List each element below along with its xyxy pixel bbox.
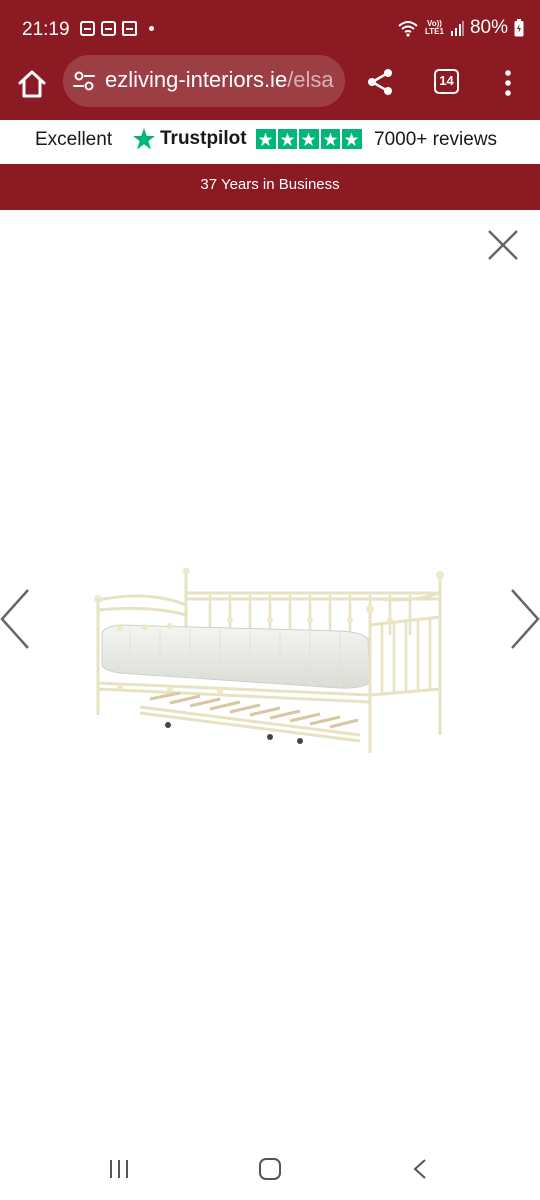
battery-icon (514, 19, 524, 37)
product-image (94, 567, 444, 753)
notification-icons (80, 21, 154, 36)
close-icon[interactable] (486, 228, 520, 262)
chevron-left-icon[interactable] (0, 588, 30, 650)
wifi-icon (398, 21, 418, 37)
signal-icon (450, 21, 464, 36)
site-settings-icon[interactable] (73, 70, 95, 92)
url-domain: ezliving-interiors.ie (105, 67, 288, 92)
notification-icon (101, 21, 116, 36)
more-notifications-dot (149, 26, 154, 31)
star-icon (342, 129, 362, 149)
recents-icon[interactable] (108, 1159, 130, 1179)
lte-label: LTE1 (425, 27, 444, 36)
star-icon (277, 129, 297, 149)
home-button[interactable] (14, 66, 50, 102)
trustpilot-stars (256, 129, 362, 149)
battery-percent: 80% (469, 17, 508, 38)
network-type: Vo)) LTE1 (425, 20, 444, 36)
status-time: 21:19 (22, 19, 70, 40)
more-options-icon[interactable] (498, 68, 518, 98)
back-icon[interactable] (412, 1158, 428, 1180)
url-text[interactable]: ezliving-interiors.ie/elsa (105, 67, 334, 93)
trustpilot-brand: Trustpilot (160, 128, 247, 149)
trustpilot-review-count: 7000+ reviews (374, 129, 498, 150)
star-icon (256, 129, 276, 149)
home-icon[interactable] (259, 1158, 281, 1180)
star-icon (320, 129, 340, 149)
browser-toolbar: ezliving-interiors.ie/elsa 14 (0, 55, 540, 120)
banner-text: 37 Years in Business (200, 176, 340, 193)
trustpilot-bar[interactable]: Excellent Trustpilot 7000+ reviews (0, 120, 540, 164)
system-nav-bar (0, 1140, 540, 1200)
status-bar: 21:19 Vo)) LTE1 80% (0, 0, 540, 60)
trustpilot-rating-word: Excellent (35, 129, 113, 150)
star-icon (299, 129, 319, 149)
status-indicators: Vo)) LTE1 80% (397, 17, 524, 39)
share-icon[interactable] (364, 66, 396, 98)
chevron-right-icon[interactable] (510, 588, 540, 650)
trustpilot-star-icon (133, 128, 155, 150)
trustpilot-logo: Trustpilot (132, 127, 247, 151)
notification-icon (80, 21, 95, 36)
tab-switcher-button[interactable]: 14 (434, 69, 459, 94)
address-bar[interactable]: ezliving-interiors.ie/elsa (63, 55, 345, 107)
url-path: /elsa (287, 67, 334, 92)
notification-icon (122, 21, 137, 36)
promo-banner: 37 Years in Business (0, 164, 540, 210)
